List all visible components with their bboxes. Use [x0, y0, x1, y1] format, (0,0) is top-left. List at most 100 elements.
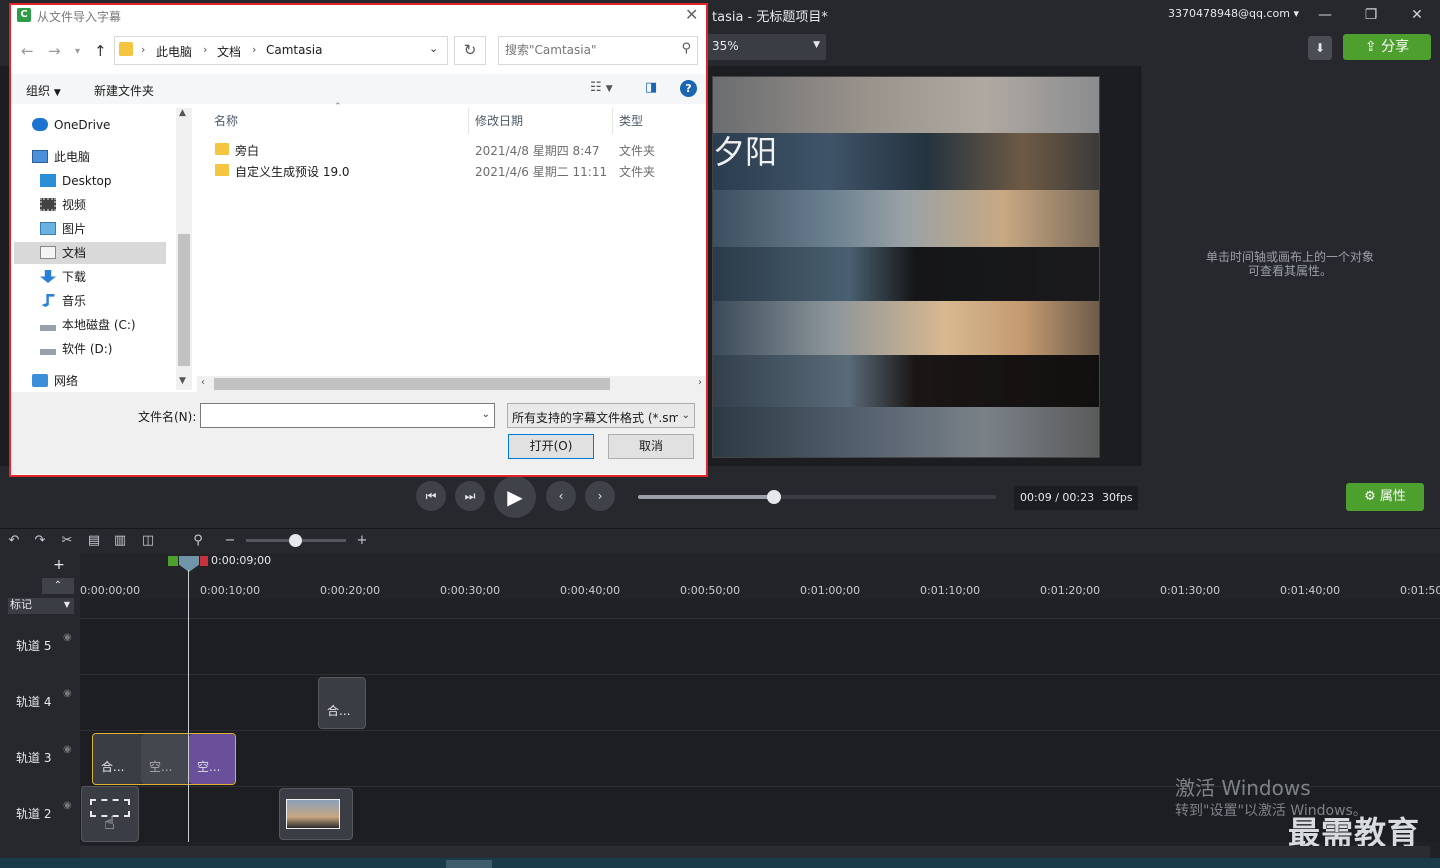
track-3-group[interactable]: 合... 空... 空... [92, 733, 236, 785]
breadcrumb-documents[interactable]: 文档 [217, 43, 241, 60]
zoom-icon[interactable]: ⚲ [189, 532, 207, 550]
eye-icon[interactable]: ◉ [63, 744, 72, 755]
track-3-clip-c[interactable]: 空... [189, 734, 235, 784]
column-header-name[interactable]: 名称 [214, 112, 238, 129]
sidebar-item-8[interactable]: 音乐 [14, 290, 166, 312]
file-list-scroll-thumb[interactable] [214, 378, 610, 390]
file-row[interactable]: 自定义生成预设 19.0 2021/4/6 星期二 11:11 文件夹 [193, 160, 706, 181]
minimize-button[interactable]: — [1310, 4, 1340, 26]
next-clip-button[interactable]: › [585, 481, 615, 511]
cancel-button[interactable]: 取消 [608, 434, 694, 459]
organize-menu[interactable]: 组织 ▼ [26, 82, 61, 99]
sidebar-item-4[interactable]: 视频 [14, 194, 166, 216]
add-track-button[interactable]: + [46, 557, 72, 575]
taskbar-app-slot[interactable] [446, 860, 492, 868]
selection-end-marker[interactable] [200, 556, 208, 566]
file-row[interactable]: 旁白 2021/4/8 星期四 8:47 文件夹 [193, 139, 706, 160]
open-button[interactable]: 打开(O) [508, 434, 594, 459]
account-menu[interactable]: 3370478948@qq.com ▾ [1168, 7, 1299, 20]
filetype-select[interactable]: 所有支持的字幕文件格式 (*.sm ⌄ [507, 403, 695, 428]
track-5-lane[interactable] [80, 618, 1440, 674]
sidebar-item-6[interactable]: 文档 [14, 242, 166, 264]
cut-icon[interactable]: ✂ [58, 532, 76, 550]
track-3-clip-a[interactable]: 合... [93, 734, 141, 784]
sidebar-item-9[interactable]: 本地磁盘 (C:) [14, 314, 166, 336]
search-box[interactable]: ⚲ [498, 36, 698, 65]
timeline-ruler[interactable] [80, 554, 1440, 598]
preview-pane-icon: ◨ [645, 80, 658, 95]
scroll-left-icon[interactable]: ‹ [201, 377, 205, 388]
collapse-tracks-button[interactable]: ⌃ [42, 578, 74, 594]
address-history-button[interactable]: ⌄ [429, 42, 438, 55]
recent-locations-button[interactable]: ▾ [75, 46, 80, 57]
eye-icon[interactable]: ◉ [63, 688, 72, 699]
refresh-button[interactable]: ↻ [454, 36, 486, 65]
paste-icon[interactable]: ▥ [111, 532, 129, 550]
view-options-button[interactable]: ☷ ▼ [590, 80, 613, 95]
track-4-lane[interactable] [80, 674, 1440, 730]
scroll-down-icon[interactable]: ▼ [179, 376, 186, 386]
sidebar-item-10[interactable]: 软件 (D:) [14, 338, 166, 360]
redo-icon[interactable]: ↷ [31, 532, 49, 550]
undo-icon[interactable]: ↶ [5, 532, 23, 550]
breadcrumb-camtasia[interactable]: Camtasia [266, 43, 322, 57]
scrubber-handle[interactable] [767, 490, 781, 504]
maximize-button[interactable]: ❐ [1356, 4, 1386, 26]
sidebar-item-5[interactable]: 图片 [14, 218, 166, 240]
previous-clip-button[interactable]: ‹ [546, 481, 576, 511]
column-divider[interactable] [468, 108, 469, 134]
zoom-in-icon[interactable]: + [353, 532, 371, 550]
preview-pane-button[interactable]: ◨ [645, 80, 657, 95]
track-2-clip-callout[interactable]: ☝ [81, 786, 139, 842]
eye-icon[interactable]: ◉ [63, 800, 72, 811]
canvas-zoom-select[interactable]: 35% ▼ [706, 34, 826, 60]
column-divider[interactable] [612, 108, 613, 134]
copy-icon[interactable]: ▤ [85, 532, 103, 550]
marker-dropdown[interactable]: 标记 ▼ [8, 598, 74, 614]
help-button[interactable]: ? [680, 80, 697, 97]
ruler-tick-label: 0:01:40;00 [1280, 584, 1341, 597]
eye-icon[interactable]: ◉ [63, 632, 72, 643]
back-button[interactable]: ← [21, 42, 34, 60]
scroll-up-icon[interactable]: ▲ [179, 108, 186, 118]
filename-input[interactable] [205, 408, 473, 422]
sidebar-item-3[interactable]: Desktop [14, 170, 166, 192]
sidebar-item-1[interactable]: OneDrive [14, 114, 166, 136]
dialog-close-button[interactable]: ✕ [685, 5, 698, 24]
up-folder-button[interactable]: ↑ [94, 42, 107, 60]
step-forward-button[interactable]: ⏭ [455, 481, 485, 511]
sidebar-item-2[interactable]: 此电脑 [14, 146, 166, 168]
breadcrumb-this-pc[interactable]: 此电脑 [156, 43, 192, 60]
close-window-button[interactable]: ✕ [1402, 4, 1432, 26]
step-back-button[interactable]: ⏮ [416, 481, 446, 511]
column-header-date[interactable]: 修改日期 [475, 112, 523, 129]
timeline-scrollbar[interactable] [80, 846, 1430, 858]
zoom-out-icon[interactable]: − [221, 532, 239, 550]
canvas-video-preview[interactable]: 夕阳 [712, 76, 1100, 458]
play-button[interactable]: ▶ [494, 476, 536, 518]
download-button[interactable]: ⬇ [1308, 36, 1332, 60]
scroll-right-icon[interactable]: › [698, 377, 702, 388]
track-3-clip-b[interactable]: 空... [141, 734, 189, 784]
navigation-scroll-thumb[interactable] [178, 234, 190, 366]
filename-combobox[interactable]: ⌄ [200, 403, 495, 428]
search-input[interactable] [505, 43, 670, 57]
track-4-clip[interactable]: 合... [318, 677, 366, 729]
sidebar-item-11[interactable]: 网络 [14, 370, 166, 392]
split-icon[interactable]: ◫ [139, 532, 157, 550]
chevron-down-icon: ▼ [605, 84, 613, 94]
timeline-zoom-handle[interactable] [289, 534, 302, 547]
chevron-down-icon[interactable]: ⌄ [482, 409, 490, 420]
track-2-clip-video[interactable] [279, 788, 353, 840]
sidebar-item-7[interactable]: 下载 [14, 266, 166, 288]
share-button[interactable]: ⇪ 分享 [1343, 34, 1431, 60]
forward-button[interactable]: → [48, 42, 61, 60]
column-header-type[interactable]: 类型 [619, 112, 643, 129]
new-folder-button[interactable]: 新建文件夹 [94, 82, 154, 99]
selection-start-marker[interactable] [168, 556, 178, 566]
chevron-right-icon: › [597, 489, 603, 503]
file-type: 文件夹 [619, 165, 656, 179]
filetype-value: 所有支持的字幕文件格式 (*.sm [512, 411, 678, 425]
file-date: 2021/4/8 星期四 8:47 [475, 144, 600, 158]
properties-button[interactable]: ⚙ 属性 [1346, 483, 1424, 511]
